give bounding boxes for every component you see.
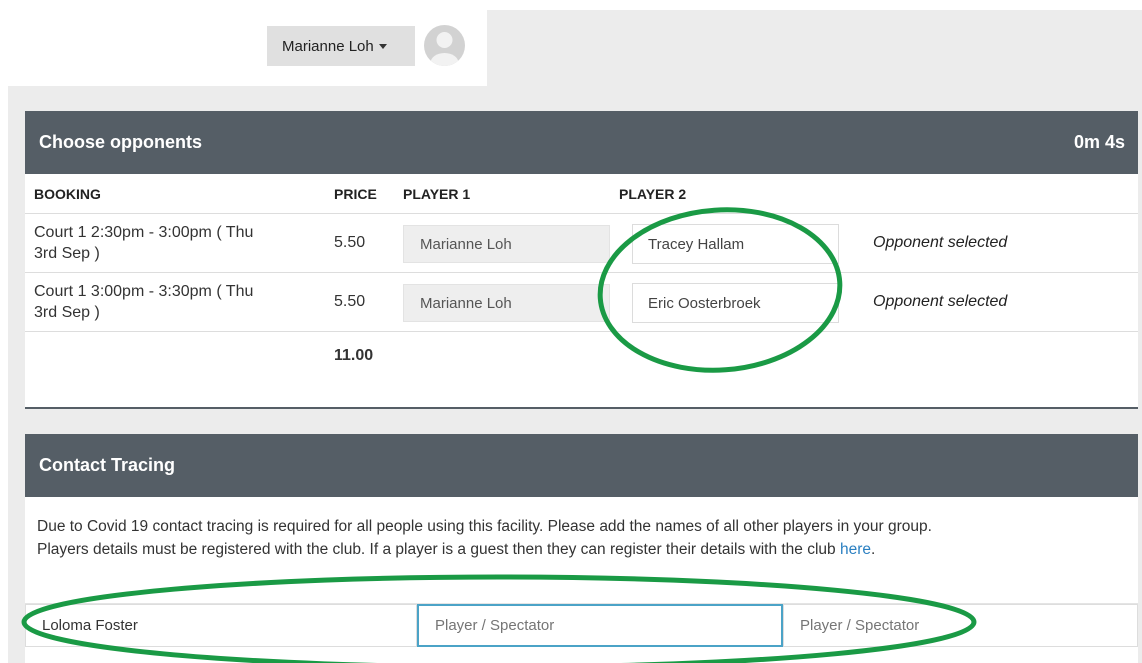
contact-inputs-row xyxy=(25,603,1138,663)
booking-cell: Court 1 2:30pm - 3:00pm ( Thu 3rd Sep ) xyxy=(34,222,324,264)
countdown-timer: 0m 4s xyxy=(1073,132,1125,152)
user-menu-button[interactable]: Marianne Loh xyxy=(267,26,415,66)
table-row: Court 1 3:00pm - 3:30pm ( Thu 3rd Sep ) … xyxy=(25,273,1138,332)
description-line: Due to Covid 19 contact tracing is requi… xyxy=(37,518,932,535)
price-cell: 5.50 xyxy=(334,234,366,251)
user-silhouette-icon xyxy=(430,32,459,66)
contact-name-input[interactable] xyxy=(417,604,783,647)
user-name: Marianne Loh xyxy=(282,37,374,55)
booking-line: 3rd Sep ) xyxy=(34,245,100,262)
description-period: . xyxy=(871,541,876,558)
contact-tracing-panel: Contact Tracing Due to Covid 19 contact … xyxy=(25,434,1138,663)
panel-title: Contact Tracing xyxy=(39,455,176,475)
caret-down-icon xyxy=(378,43,387,49)
booking-line: 3rd Sep ) xyxy=(34,304,100,321)
contact-name-input[interactable] xyxy=(25,604,417,647)
booking-line: Court 1 3:00pm - 3:30pm ( Thu xyxy=(34,283,254,300)
choose-opponents-panel: Choose opponents 0m 4s BOOKING PRICE PLA… xyxy=(25,111,1138,409)
status-text: Opponent selected xyxy=(873,234,1008,251)
avatar[interactable] xyxy=(424,25,465,66)
column-header-player2: PLAYER 2 xyxy=(619,185,687,202)
topbar-background xyxy=(487,10,1142,86)
player1-field: Marianne Loh xyxy=(403,225,610,263)
player2-field[interactable]: Eric Oosterbroek xyxy=(632,283,839,323)
panel-header: Choose opponents 0m 4s xyxy=(25,111,1138,174)
column-header-player1: PLAYER 1 xyxy=(403,185,471,202)
booking-cell: Court 1 3:00pm - 3:30pm ( Thu 3rd Sep ) xyxy=(34,281,324,323)
column-header-booking: BOOKING xyxy=(34,185,101,202)
total-row: 11.00 xyxy=(25,332,1138,380)
player1-field: Marianne Loh xyxy=(403,284,610,322)
column-header-price: PRICE xyxy=(334,185,377,202)
total-price: 11.00 xyxy=(334,347,374,364)
panel-title: Choose opponents xyxy=(39,132,202,152)
contact-name-input[interactable] xyxy=(783,604,1138,647)
guest-register-link[interactable]: here xyxy=(840,541,871,558)
table-row: Court 1 2:30pm - 3:00pm ( Thu 3rd Sep ) … xyxy=(25,214,1138,273)
table-header: BOOKING PRICE PLAYER 1 PLAYER 2 xyxy=(25,174,1138,214)
description-line: Players details must be registered with … xyxy=(37,538,1124,561)
booking-line: Court 1 2:30pm - 3:00pm ( Thu xyxy=(34,224,254,241)
status-text: Opponent selected xyxy=(873,293,1008,310)
price-cell: 5.50 xyxy=(334,293,366,310)
description-text: Players details must be registered with … xyxy=(37,541,836,558)
player2-field[interactable]: Tracey Hallam xyxy=(632,224,839,264)
panel-header: Contact Tracing xyxy=(25,434,1138,497)
